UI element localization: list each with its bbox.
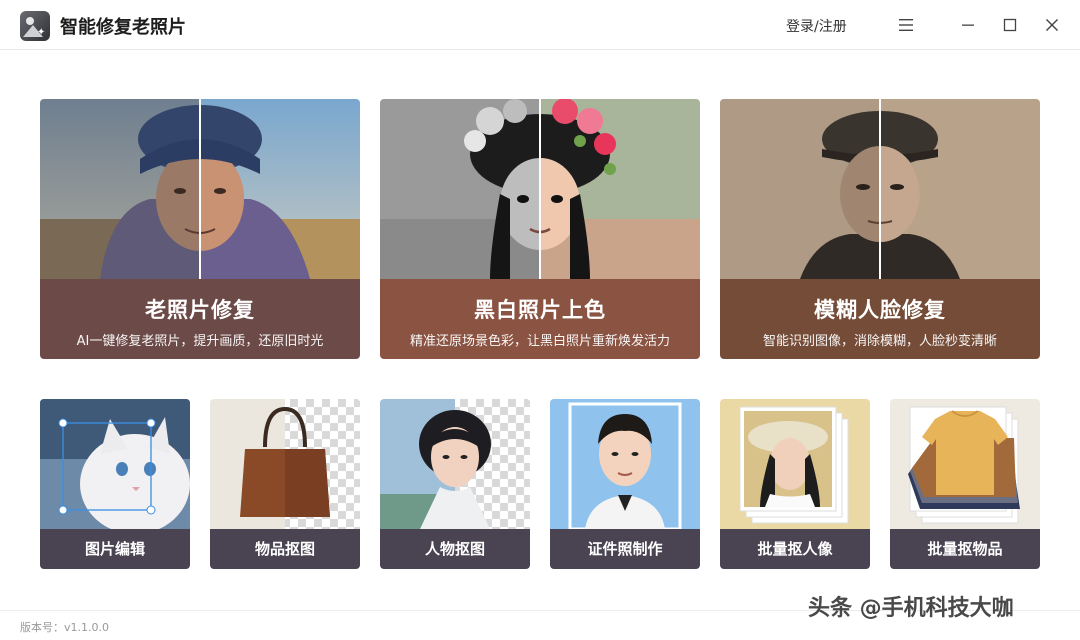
- feature-caption: 老照片修复 AI一键修复老照片，提升画质，还原旧时光: [40, 279, 360, 359]
- feature-card-colorize[interactable]: 黑白照片上色 精准还原场景色彩，让黑白照片重新焕发活力: [380, 99, 700, 359]
- login-register-link[interactable]: 登录/注册: [786, 16, 847, 36]
- title-bar: ✦ 智能修复老照片 登录/注册: [0, 0, 1080, 50]
- tool-label: 证件照制作: [550, 529, 700, 569]
- app-logo-icon: ✦: [20, 11, 50, 41]
- close-button[interactable]: [1039, 12, 1065, 38]
- feature-card-blurry-face-restore[interactable]: 模糊人脸修复 智能识别图像，消除模糊，人脸秒变清晰: [720, 99, 1040, 359]
- watermark-text: 头条 @手机科技大咖: [808, 596, 1014, 621]
- version-label: 版本号：v1.1.0.0: [20, 621, 109, 634]
- maximize-button[interactable]: [997, 12, 1023, 38]
- feature-subtitle: 智能识别图像，消除模糊，人脸秒变清晰: [762, 334, 997, 349]
- tool-batch-portrait-cutout[interactable]: 批量抠人像: [720, 399, 870, 569]
- stacked-portraits-thumbnail: [720, 399, 870, 529]
- feature-caption: 黑白照片上色 精准还原场景色彩，让黑白照片重新焕发活力: [380, 279, 700, 359]
- feature-title: 老照片修复: [145, 298, 255, 322]
- feature-title: 模糊人脸修复: [814, 298, 946, 322]
- menu-button[interactable]: [893, 12, 919, 38]
- tool-label: 人物抠图: [380, 529, 530, 569]
- feature-caption: 模糊人脸修复 智能识别图像，消除模糊，人脸秒变清晰: [720, 279, 1040, 359]
- tool-label: 图片编辑: [40, 529, 190, 569]
- tool-label: 批量抠人像: [720, 529, 870, 569]
- tool-label: 批量抠物品: [890, 529, 1040, 569]
- stacked-shirts-thumbnail: [890, 399, 1040, 529]
- woman-cutout-thumbnail: [380, 399, 530, 529]
- feature-card-old-photo-restore[interactable]: 老照片修复 AI一键修复老照片，提升画质，还原旧时光: [40, 99, 360, 359]
- feature-title: 黑白照片上色: [474, 298, 606, 322]
- app-title: 智能修复老照片: [60, 17, 186, 38]
- minimize-button[interactable]: [955, 12, 981, 38]
- before-after-divider: [199, 99, 201, 279]
- tool-label: 物品抠图: [210, 529, 360, 569]
- before-after-divider: [539, 99, 541, 279]
- feature-subtitle: 精准还原场景色彩，让黑白照片重新焕发活力: [409, 334, 670, 349]
- menu-icon: [899, 19, 913, 31]
- minimize-icon: [962, 24, 974, 26]
- tool-id-photo[interactable]: 证件照制作: [550, 399, 700, 569]
- tool-image-edit[interactable]: 图片编辑: [40, 399, 190, 569]
- tool-person-cutout[interactable]: 人物抠图: [380, 399, 530, 569]
- kitten-thumbnail: [40, 399, 190, 529]
- tool-batch-object-cutout[interactable]: 批量抠物品: [890, 399, 1040, 569]
- id-photo-thumbnail: [550, 399, 700, 529]
- tool-object-cutout[interactable]: 物品抠图: [210, 399, 360, 569]
- handbag-thumbnail: [210, 399, 360, 529]
- feature-subtitle: AI一键修复老照片，提升画质，还原旧时光: [76, 334, 324, 349]
- close-icon: [1046, 19, 1058, 31]
- maximize-icon: [1003, 18, 1017, 32]
- before-after-divider: [879, 99, 881, 279]
